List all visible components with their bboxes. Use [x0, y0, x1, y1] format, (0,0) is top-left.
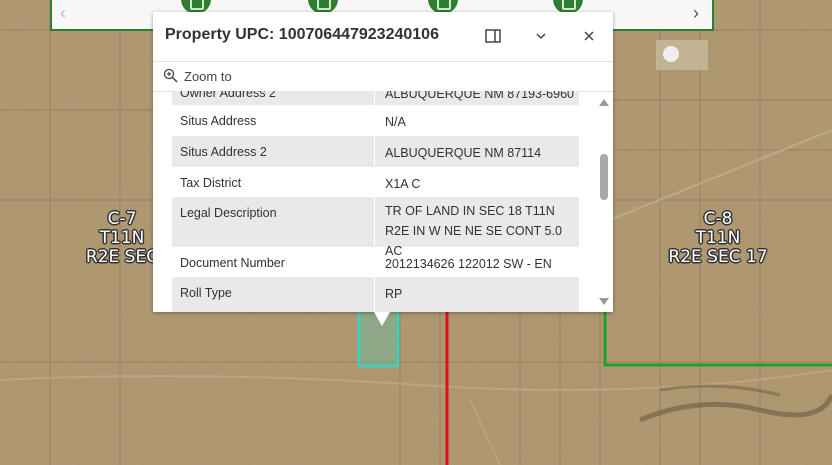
popup-title: Property UPC: 100706447923240106: [165, 26, 439, 43]
close-icon[interactable]: [578, 25, 600, 47]
chevron-left-icon[interactable]: ‹: [60, 3, 66, 24]
zoom-in-icon: [163, 68, 178, 88]
field-key: Owner Address 2: [180, 91, 276, 100]
chevron-down-icon[interactable]: [530, 25, 552, 47]
field-value: ALBUQUERQUE NM 87114: [385, 146, 542, 160]
attribute-table: Owner Address 2 ALBUQUERQUE NM 87193-696…: [172, 91, 579, 312]
field-value: ALBUQUERQUE NM 87193-6960: [385, 91, 574, 101]
popup-scrollbar[interactable]: [598, 96, 610, 308]
zoom-to-label: Zoom to: [184, 69, 232, 84]
field-value: 2012134626 122012 SW - EN: [385, 257, 552, 271]
feature-popup: Property UPC: 100706447923240106 Zoom to…: [153, 12, 613, 312]
table-row: Tax District X1A C: [172, 167, 579, 197]
zoom-to-action[interactable]: Zoom to: [153, 61, 613, 92]
field-key: Tax District: [180, 176, 242, 190]
field-key: Situs Address: [180, 114, 257, 128]
popup-pointer: [374, 312, 390, 326]
dock-icon[interactable]: [482, 25, 504, 47]
chevron-right-icon[interactable]: ›: [693, 3, 699, 24]
scroll-down-icon[interactable]: [599, 298, 609, 305]
field-value: X1A C: [385, 177, 421, 191]
table-row: Roll Type RP: [172, 277, 579, 312]
scroll-thumb[interactable]: [600, 154, 608, 200]
table-row: Legal Description TR OF LAND IN SEC 18 T…: [172, 197, 579, 258]
field-key: Document Number: [180, 256, 285, 270]
table-row: Situs Address 2 ALBUQUERQUE NM 87114: [172, 136, 579, 167]
table-row: Owner Address 2 ALBUQUERQUE NM 87193-696…: [172, 91, 579, 105]
popup-header: Property UPC: 100706447923240106: [153, 12, 613, 60]
map-label-c8: C-8 T11N R2E SEC 17: [668, 209, 768, 267]
table-row: Document Number 2012134626 122012 SW - E…: [172, 247, 579, 277]
field-key: Roll Type: [180, 286, 232, 300]
scroll-up-icon[interactable]: [599, 99, 609, 106]
field-key: Legal Description: [180, 206, 277, 220]
table-row: Situs Address N/A: [172, 105, 579, 136]
field-key: Situs Address 2: [180, 145, 267, 159]
field-value: N/A: [385, 115, 406, 129]
field-value: RP: [385, 287, 403, 301]
